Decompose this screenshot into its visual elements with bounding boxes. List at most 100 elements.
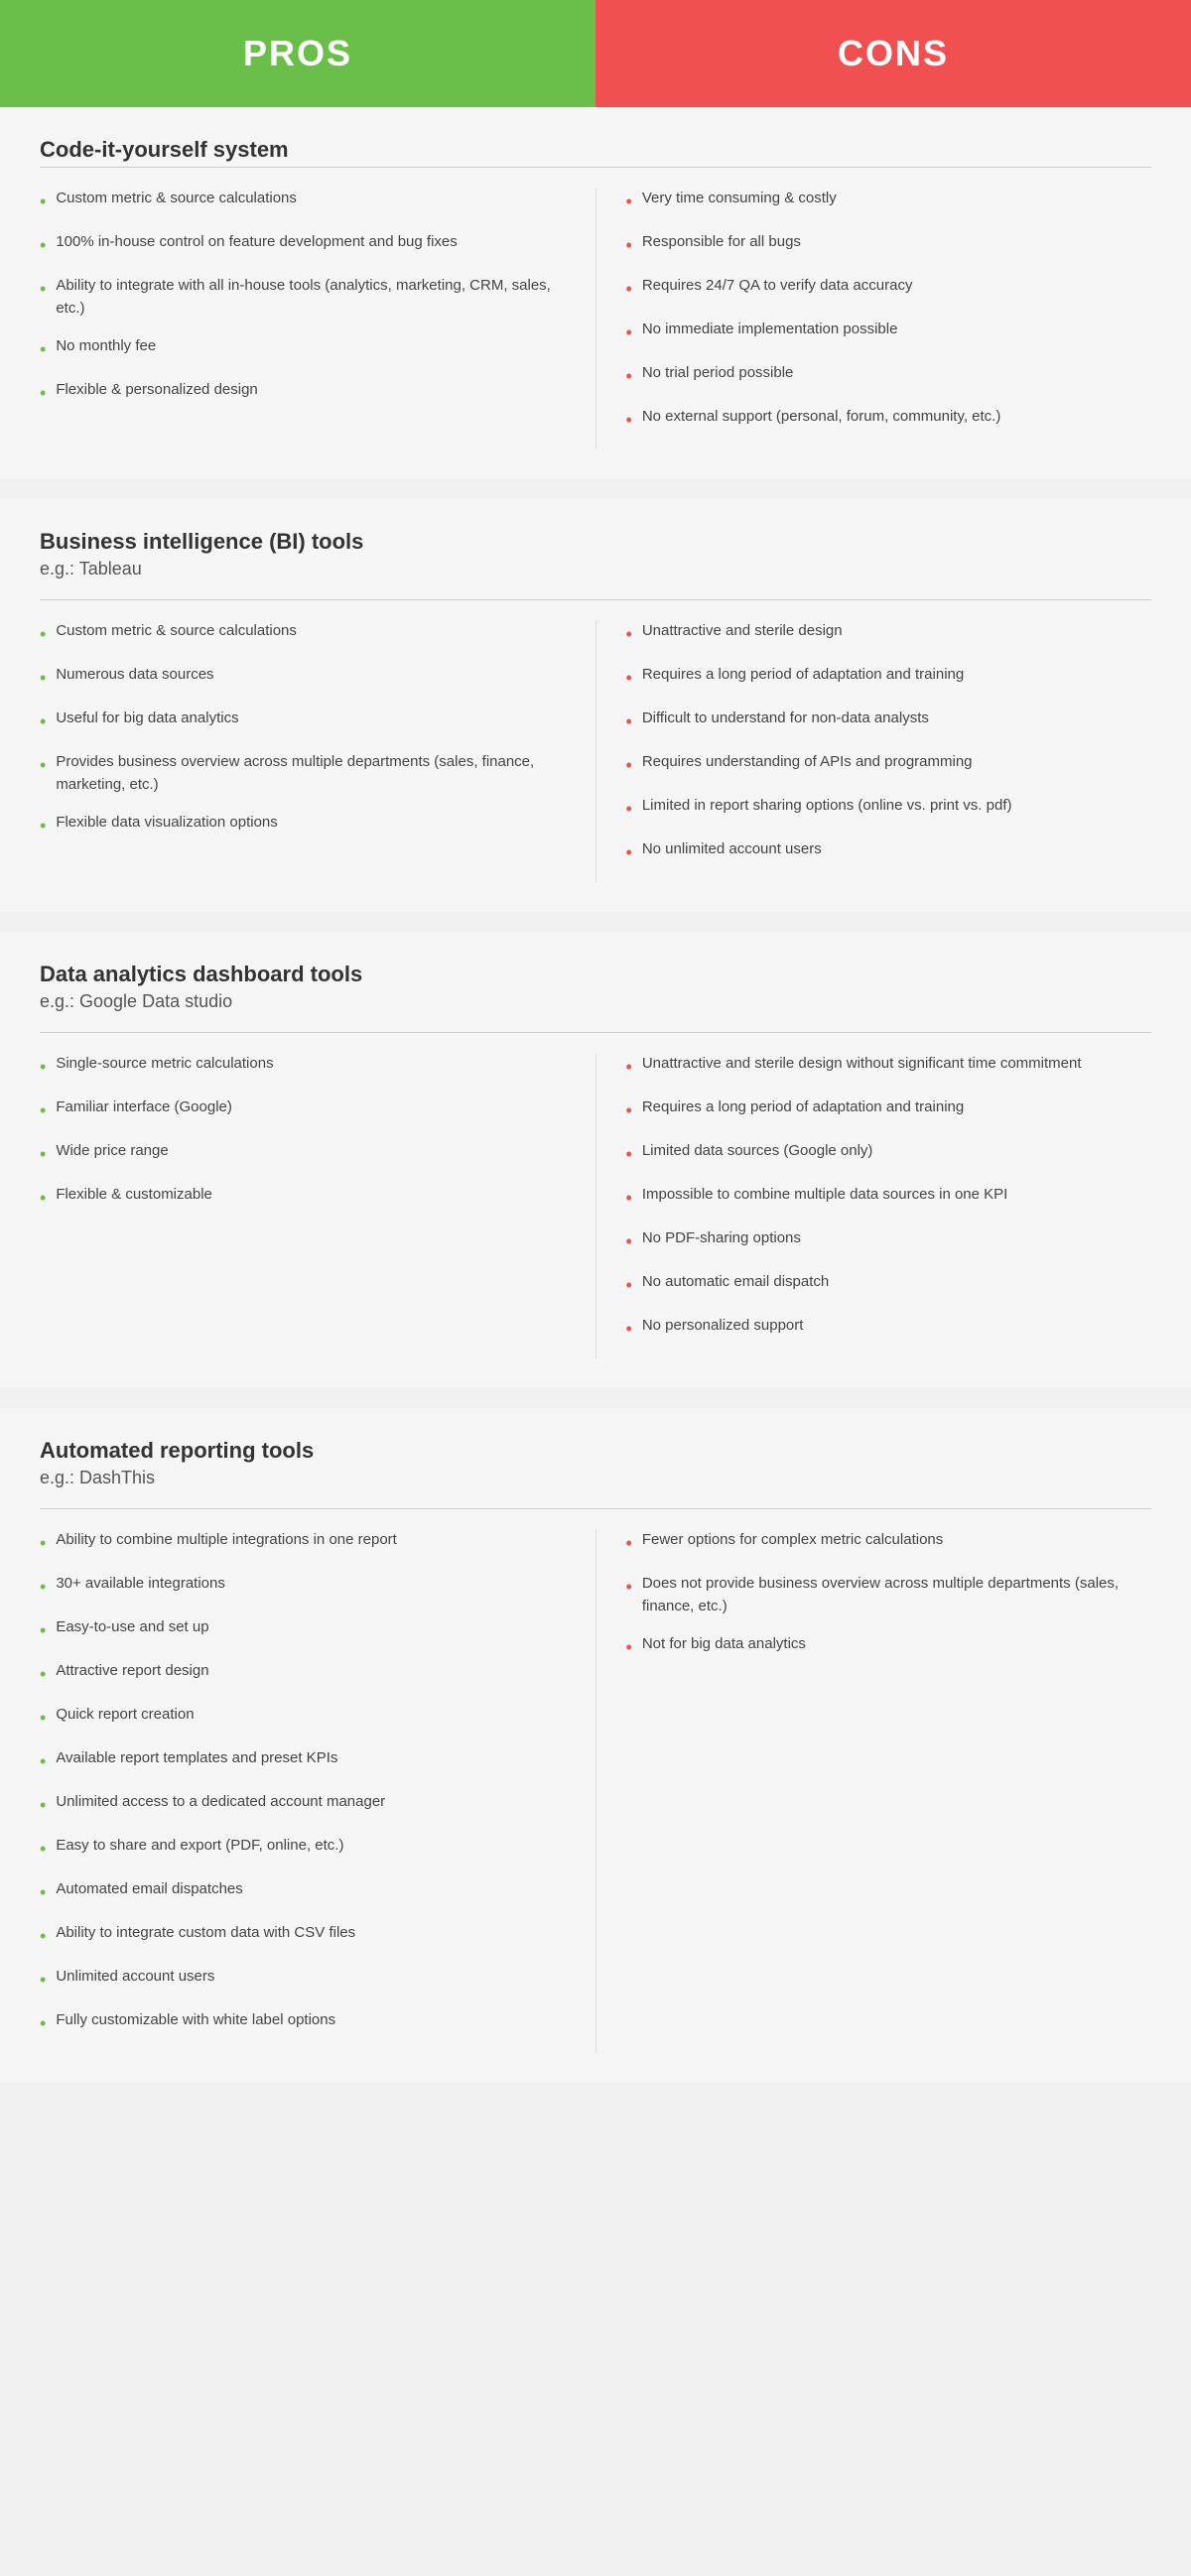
- list-item: • No external support (personal, forum, c…: [626, 406, 1152, 434]
- bullet-dot-icon: •: [626, 1228, 632, 1255]
- list-item: •Ability to combine multiple integration…: [40, 1529, 566, 1557]
- bullet-dot-icon: •: [626, 1574, 632, 1601]
- list-item-text: Single-source metric calculations: [56, 1053, 273, 1076]
- bullet-dot-icon: •: [626, 708, 632, 735]
- list-item: •Unattractive and sterile design without…: [626, 1053, 1152, 1081]
- pros-column: •Custom metric & source calculations•100…: [40, 188, 596, 450]
- bullet-dot-icon: •: [40, 621, 46, 648]
- list-item: •Single-source metric calculations: [40, 1053, 566, 1081]
- list-item-text: Flexible data visualization options: [56, 812, 277, 835]
- list-item: •Flexible & customizable: [40, 1184, 566, 1212]
- pros-column: •Ability to combine multiple integration…: [40, 1529, 596, 2053]
- list-item-text: No external support (personal, forum, co…: [642, 406, 1001, 429]
- list-item: • Does not provide business overview acro…: [626, 1573, 1152, 1617]
- list-item-text: No PDF-sharing options: [642, 1227, 801, 1250]
- bullet-dot-icon: •: [40, 1705, 46, 1732]
- list-item: •Ability to integrate with all in-house …: [40, 275, 566, 320]
- list-item-text: Fewer options for complex metric calcula…: [642, 1529, 943, 1552]
- bullet-dot-icon: •: [626, 752, 632, 779]
- list-item: • Fewer options for complex metric calcul…: [626, 1529, 1152, 1557]
- list-item: • Not for big data analytics: [626, 1633, 1152, 1661]
- bullet-dot-icon: •: [40, 1141, 46, 1168]
- list-item-text: Limited in report sharing options (onlin…: [642, 795, 1012, 818]
- bullet-dot-icon: •: [40, 2010, 46, 2037]
- bullet-dot-icon: •: [40, 380, 46, 407]
- list-item-text: Impossible to combine multiple data sour…: [642, 1184, 1008, 1207]
- bullet-dot-icon: •: [626, 407, 632, 434]
- list-item-text: Ability to integrate with all in-house t…: [56, 275, 565, 320]
- list-item: •Ability to integrate custom data with C…: [40, 1922, 566, 1950]
- bullet-dot-icon: •: [626, 320, 632, 346]
- pros-column: •Single-source metric calculations•Famil…: [40, 1053, 596, 1358]
- list-item-text: No automatic email dispatch: [642, 1271, 829, 1294]
- list-item: •Responsible for all bugs: [626, 231, 1152, 259]
- list-item-text: Unlimited access to a dedicated account …: [56, 1791, 385, 1814]
- list-item-text: Unattractive and sterile design: [642, 620, 843, 643]
- bullet-dot-icon: •: [626, 1097, 632, 1124]
- list-item: •Easy-to-use and set up: [40, 1616, 566, 1644]
- list-item: • Requires understanding of APIs and prog…: [626, 751, 1152, 779]
- list-item-text: Unattractive and sterile design without …: [642, 1053, 1082, 1076]
- section-title: Data analytics dashboard tools: [40, 962, 1151, 987]
- list-item-text: Flexible & personalized design: [56, 379, 257, 402]
- cons-title: CONS: [838, 33, 949, 74]
- list-item-text: Fully customizable with white label opti…: [56, 2009, 335, 2032]
- list-item: •Wide price range: [40, 1140, 566, 1168]
- list-item: • Difficult to understand for non-data an…: [626, 708, 1152, 735]
- list-item-text: No immediate implementation possible: [642, 319, 898, 341]
- list-item-text: Custom metric & source calculations: [56, 620, 297, 643]
- bullet-dot-icon: •: [40, 1574, 46, 1601]
- section-title: Business intelligence (BI) tools: [40, 529, 1151, 555]
- list-item-text: Unlimited account users: [56, 1966, 214, 1989]
- bullet-dot-icon: •: [626, 1634, 632, 1661]
- list-item-text: Limited data sources (Google only): [642, 1140, 873, 1163]
- section-automated-reporting: Automated reporting toolse.g.: DashThis•…: [0, 1408, 1191, 2083]
- bullet-dot-icon: •: [626, 839, 632, 866]
- list-item-text: Does not provide business overview acros…: [642, 1573, 1151, 1617]
- bullet-dot-icon: •: [626, 1530, 632, 1557]
- list-item: • Limited in report sharing options (onli…: [626, 795, 1152, 823]
- list-item: •Limited data sources (Google only): [626, 1140, 1152, 1168]
- bullet-dot-icon: •: [40, 1967, 46, 1994]
- list-item: •Numerous data sources: [40, 664, 566, 692]
- list-item: •Requires 24/7 QA to verify data accurac…: [626, 275, 1152, 303]
- list-item-text: Difficult to understand for non-data ana…: [642, 708, 929, 730]
- list-item-text: Easy-to-use and set up: [56, 1616, 208, 1639]
- section-subtitle: e.g.: Tableau: [40, 559, 1151, 580]
- section-data-analytics: Data analytics dashboard toolse.g.: Goog…: [0, 932, 1191, 1388]
- bullet-dot-icon: •: [40, 1530, 46, 1557]
- list-item-text: Flexible & customizable: [56, 1184, 212, 1207]
- list-item: •Quick report creation: [40, 1704, 566, 1732]
- bullet-dot-icon: •: [626, 1185, 632, 1212]
- list-item-text: Familiar interface (Google): [56, 1096, 232, 1119]
- bullet-dot-icon: •: [40, 1661, 46, 1688]
- section-subtitle: e.g.: DashThis: [40, 1468, 1151, 1488]
- section-bi-tools: Business intelligence (BI) tools e.g.: Ta…: [0, 499, 1191, 912]
- list-item: •No automatic email dispatch: [626, 1271, 1152, 1299]
- bullet-dot-icon: •: [40, 1879, 46, 1906]
- list-item-text: Provides business overview across multip…: [56, 751, 565, 796]
- list-item-text: Requires understanding of APIs and progr…: [642, 751, 973, 774]
- pros-header: PROS: [0, 0, 596, 107]
- bullet-dot-icon: •: [40, 1923, 46, 1950]
- list-item: • Flexible & personalized design: [40, 379, 566, 407]
- list-item-text: Available report templates and preset KP…: [56, 1747, 337, 1770]
- list-item-text: Not for big data analytics: [642, 1633, 806, 1656]
- bullet-dot-icon: •: [40, 1097, 46, 1124]
- cons-column: • Unattractive and sterile design without…: [596, 1053, 1152, 1358]
- list-item: •30+ available integrations: [40, 1573, 566, 1601]
- bullet-dot-icon: •: [626, 621, 632, 648]
- list-item: •Custom metric & source calculations: [40, 188, 566, 215]
- header: PROS CONS: [0, 0, 1191, 107]
- bullet-dot-icon: •: [40, 1836, 46, 1863]
- list-item: •No trial period possible: [626, 362, 1152, 390]
- list-item-text: Custom metric & source calculations: [56, 188, 297, 210]
- list-item: • Familiar interface (Google): [40, 1096, 566, 1124]
- list-item: •100% in-house control on feature develo…: [40, 231, 566, 259]
- bullet-dot-icon: •: [40, 813, 46, 839]
- list-item-text: Automated email dispatches: [56, 1878, 242, 1901]
- list-item-text: Requires a long period of adaptation and…: [642, 1096, 964, 1119]
- bullet-dot-icon: •: [626, 796, 632, 823]
- bullet-dot-icon: •: [40, 1792, 46, 1819]
- list-item: •Provides business overview across multi…: [40, 751, 566, 796]
